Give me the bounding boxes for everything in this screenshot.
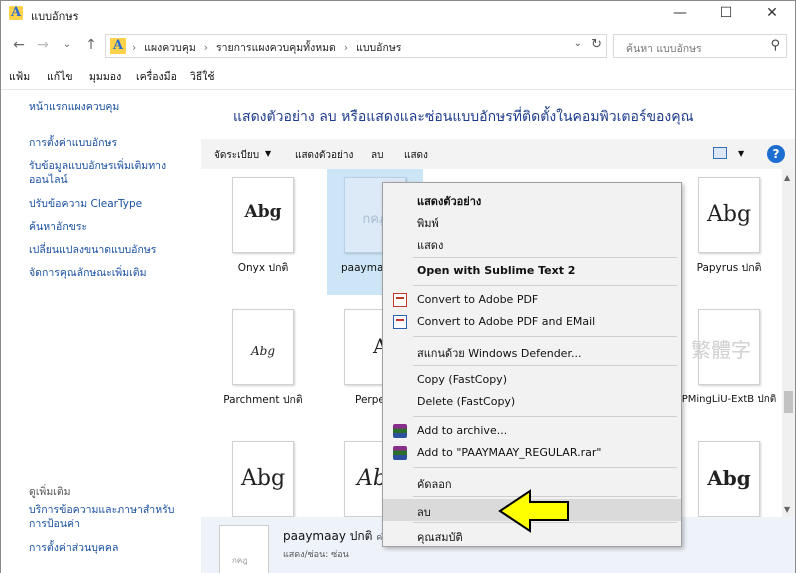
maximize-button[interactable]: ☐ bbox=[703, 1, 749, 27]
fonts-app-icon: A bbox=[9, 5, 23, 20]
font-file-icon: Abg bbox=[698, 441, 760, 517]
font-tile-label: PMingLiU-ExtB ปกติ bbox=[681, 394, 777, 405]
navigation-bar: ← → ⌄ ↑ A › แผงควบคุม › รายการแผงควบคุมทั้ง… bbox=[1, 31, 795, 61]
font-tile-onyx[interactable]: Abg Onyx ปกติ bbox=[215, 169, 311, 295]
ctx-convert-pdf[interactable]: Convert to Adobe PDF bbox=[383, 289, 681, 311]
left-pane: หน้าแรกแผงควบคุม การตั้งค่าแบบอักษร รับข… bbox=[1, 90, 201, 573]
font-tile-pmingliu[interactable]: 繁體字 PMingLiU-ExtB ปกติ bbox=[681, 301, 777, 427]
breadcrumb-fonts[interactable]: แบบอักษร bbox=[356, 42, 401, 54]
organize-dropdown-icon[interactable]: ▼ bbox=[265, 149, 271, 158]
see-also-heading: ดูเพิ่มเติม bbox=[29, 486, 71, 498]
ctx-scan-defender[interactable]: สแกนด้วย Windows Defender... bbox=[383, 340, 681, 362]
font-tile-label: Onyx ปกติ bbox=[237, 262, 289, 274]
get-fonts-online-link[interactable]: รับข้อมูลแบบอักษรเพิ่มเติมทางออนไลน์ bbox=[29, 159, 189, 187]
font-file-icon: Abg bbox=[232, 309, 294, 385]
control-panel-home-link[interactable]: หน้าแรกแผงควบคุม bbox=[29, 100, 189, 114]
text-services-link[interactable]: บริการข้อความและภาษาสำหรับการป้อนค่า bbox=[29, 503, 189, 531]
scroll-up-icon[interactable]: ▲ bbox=[784, 173, 790, 182]
ctx-separator bbox=[413, 257, 677, 258]
menu-bar: แฟ้ม แก้ไข มุมมอง เครื่องมือ วิธีใช้ bbox=[1, 65, 795, 85]
breadcrumb-all-items[interactable]: รายการแผงควบคุมทั้งหมด bbox=[216, 42, 336, 54]
ctx-open-sublime[interactable]: Open with Sublime Text 2 bbox=[383, 260, 681, 282]
winrar-icon bbox=[393, 424, 407, 438]
pdf-icon bbox=[393, 293, 407, 307]
ctx-preview[interactable]: แสดงตัวอย่าง bbox=[383, 188, 681, 210]
close-button[interactable]: ✕ bbox=[749, 1, 795, 27]
details-font-thumbnail: กคฎ bbox=[219, 525, 269, 573]
vertical-scrollbar[interactable]: ▲ ▼ bbox=[782, 169, 795, 517]
font-tile-papyrus[interactable]: Abg Papyrus ปกติ bbox=[681, 169, 777, 295]
advanced-features-link[interactable]: จัดการคุณลักษณะเพิ่มเติม bbox=[29, 266, 189, 280]
font-tile-label: Papyrus ปกติ bbox=[696, 262, 762, 274]
ctx-fastcopy-copy[interactable]: Copy (FastCopy) bbox=[383, 369, 681, 391]
font-file-icon: Abg bbox=[232, 173, 303, 253]
preview-button[interactable]: แสดงตัวอย่าง bbox=[295, 148, 353, 163]
command-bar: จัดระเบียบ ▼ แสดงตัวอย่าง ลบ แสดง ▼ ? bbox=[201, 139, 795, 169]
help-icon[interactable]: ? bbox=[767, 145, 785, 163]
font-file-icon: 繁體字 bbox=[691, 305, 769, 385]
menu-file[interactable]: แฟ้ม bbox=[9, 68, 30, 85]
show-button[interactable]: แสดง bbox=[404, 148, 428, 163]
breadcrumb-control-panel[interactable]: แผงควบคุม bbox=[144, 42, 196, 54]
yellow-arrow-annotation bbox=[498, 489, 569, 533]
delete-toolbar-button[interactable]: ลบ bbox=[371, 148, 383, 163]
font-tile-label: Parchment ปกติ bbox=[223, 394, 303, 406]
font-file-icon: Abg bbox=[232, 441, 294, 517]
up-arrow-icon[interactable]: ↑ bbox=[81, 35, 101, 55]
fonts-folder-icon: A bbox=[110, 38, 126, 54]
menu-edit[interactable]: แก้ไข bbox=[47, 68, 73, 85]
font-file-icon: Abg bbox=[698, 177, 760, 253]
scroll-thumb[interactable] bbox=[784, 391, 793, 413]
ctx-separator bbox=[413, 285, 677, 286]
ctx-separator bbox=[413, 467, 677, 468]
ctx-print[interactable]: พิมพ์ bbox=[383, 210, 681, 232]
ctx-separator bbox=[413, 336, 677, 337]
window-title: แบบอักษร bbox=[31, 10, 79, 23]
menu-tools[interactable]: เครื่องมือ bbox=[136, 68, 177, 85]
search-input[interactable]: ค้นหา แบบอักษร ⚲ bbox=[613, 34, 787, 58]
font-tile-parchment[interactable]: Abg Parchment ปกติ bbox=[215, 301, 311, 427]
search-icon: ⚲ bbox=[770, 38, 780, 53]
fonts-window: A แบบอักษร — ☐ ✕ ← → ⌄ ↑ A › แผงควบคุม › รา… bbox=[0, 0, 796, 573]
address-dropdown-icon[interactable]: ⌄ bbox=[574, 38, 582, 49]
ctx-add-to-rar[interactable]: Add to "PAAYMAAY_REGULAR.rar" bbox=[383, 442, 681, 464]
font-settings-link[interactable]: การตั้งค่าแบบอักษร bbox=[29, 136, 189, 150]
view-dropdown-icon[interactable]: ▼ bbox=[738, 149, 744, 158]
menu-help[interactable]: วิธีใช้ bbox=[190, 68, 215, 85]
ctx-add-to-archive[interactable]: Add to archive... bbox=[383, 420, 681, 442]
menu-view[interactable]: มุมมอง bbox=[89, 68, 121, 85]
ctx-separator bbox=[413, 365, 677, 366]
details-show-hide: แสดง/ซ่อน: ซ่อน bbox=[283, 550, 349, 560]
ctx-separator bbox=[413, 416, 677, 417]
refresh-icon[interactable]: ↻ bbox=[591, 37, 602, 52]
page-heading: แสดงตัวอย่าง ลบ หรือแสดงและซ่อนแบบอักษรท… bbox=[233, 109, 694, 125]
view-options-icon[interactable] bbox=[713, 147, 727, 159]
breadcrumb: › แผงควบคุม › รายการแผงควบคุมทั้งหมด › แบบอัก… bbox=[132, 42, 402, 54]
back-arrow-icon[interactable]: ← bbox=[9, 35, 29, 55]
ctx-fastcopy-delete[interactable]: Delete (FastCopy) bbox=[383, 391, 681, 413]
forward-arrow-icon[interactable]: → bbox=[33, 35, 53, 55]
cleartype-link[interactable]: ปรับข้อความ ClearType bbox=[29, 197, 189, 211]
scroll-down-icon[interactable]: ▼ bbox=[784, 505, 790, 514]
winrar-icon bbox=[393, 446, 407, 460]
pdf-email-icon bbox=[393, 315, 407, 329]
find-character-link[interactable]: ค้นหาอักขระ bbox=[29, 220, 189, 234]
minimize-button[interactable]: — bbox=[657, 1, 703, 27]
search-placeholder: ค้นหา แบบอักษร bbox=[626, 43, 702, 55]
personalization-link[interactable]: การตั้งค่าส่วนบุคคล bbox=[29, 541, 189, 555]
organize-button[interactable]: จัดระเบียบ bbox=[214, 148, 259, 163]
address-bar[interactable]: A › แผงควบคุม › รายการแผงควบคุมทั้งหมด › แบบอ… bbox=[105, 34, 607, 58]
details-font-name: paaymaay ปกติ ค่ bbox=[283, 529, 383, 543]
recent-locations-icon[interactable]: ⌄ bbox=[57, 35, 77, 55]
title-bar: A แบบอักษร — ☐ ✕ bbox=[1, 1, 795, 27]
ctx-convert-pdf-email[interactable]: Convert to Adobe PDF and EMail bbox=[383, 311, 681, 333]
change-font-size-link[interactable]: เปลี่ยนแปลงขนาดแบบอักษร bbox=[29, 243, 189, 257]
ctx-show[interactable]: แสดง bbox=[383, 232, 681, 254]
